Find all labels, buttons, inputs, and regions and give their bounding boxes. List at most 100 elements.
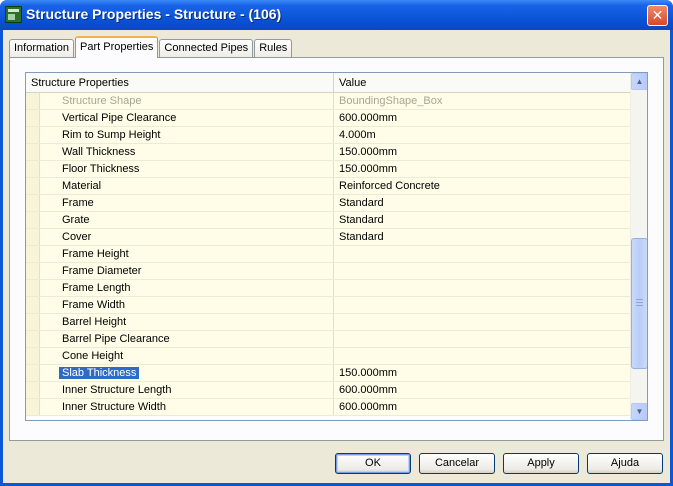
property-name: Cover bbox=[62, 231, 92, 243]
row-indent bbox=[26, 399, 40, 415]
property-name-cell[interactable]: Frame bbox=[40, 195, 334, 211]
property-value[interactable]: 150.000mm bbox=[334, 161, 630, 177]
grip-icon bbox=[636, 299, 643, 306]
property-row[interactable]: Frame Height bbox=[26, 246, 630, 263]
property-name-cell[interactable]: Material bbox=[40, 178, 334, 194]
property-value[interactable] bbox=[334, 280, 630, 296]
property-value[interactable]: 600.000mm bbox=[334, 399, 630, 415]
property-row[interactable]: Vertical Pipe Clearance 600.000mm bbox=[26, 110, 630, 127]
property-name-cell[interactable]: Inner Structure Length bbox=[40, 382, 334, 398]
property-name: Inner Structure Width bbox=[62, 401, 166, 413]
window-title: Structure Properties - Structure - (106) bbox=[26, 6, 282, 22]
property-name-cell[interactable]: Inner Structure Width bbox=[40, 399, 334, 415]
property-name-cell[interactable]: Floor Thickness bbox=[40, 161, 334, 177]
property-row[interactable]: Frame Length bbox=[26, 280, 630, 297]
property-name-cell[interactable]: Vertical Pipe Clearance bbox=[40, 110, 334, 126]
property-row[interactable]: Barrel Pipe Clearance bbox=[26, 331, 630, 348]
property-value[interactable]: Standard bbox=[334, 195, 630, 211]
column-header-name[interactable]: Structure Properties bbox=[26, 73, 334, 93]
property-row[interactable]: Grate Standard bbox=[26, 212, 630, 229]
property-name-cell[interactable]: Cone Height bbox=[40, 348, 334, 364]
property-row[interactable]: Structure Shape BoundingShape_Box bbox=[26, 93, 630, 110]
grid-header: Structure Properties Value bbox=[26, 73, 630, 93]
row-indent bbox=[26, 348, 40, 364]
property-value[interactable] bbox=[334, 314, 630, 330]
property-row[interactable]: Slab Thickness 150.000mm bbox=[26, 365, 630, 382]
property-row[interactable]: Inner Structure Length 600.000mm bbox=[26, 382, 630, 399]
property-value[interactable] bbox=[334, 246, 630, 262]
row-indent bbox=[26, 263, 40, 279]
apply-button[interactable]: Apply bbox=[503, 453, 579, 474]
vertical-scrollbar[interactable]: ▲ ▼ bbox=[630, 73, 647, 420]
property-name-cell[interactable]: Barrel Pipe Clearance bbox=[40, 331, 334, 347]
property-value[interactable]: Standard bbox=[334, 229, 630, 245]
tab-connected-pipes[interactable]: Connected Pipes bbox=[159, 39, 254, 58]
app-icon bbox=[5, 6, 22, 23]
property-name-cell[interactable]: Structure Shape bbox=[40, 93, 334, 109]
property-row[interactable]: Frame Diameter bbox=[26, 263, 630, 280]
property-row[interactable]: Frame Standard bbox=[26, 195, 630, 212]
property-name-cell[interactable]: Barrel Height bbox=[40, 314, 334, 330]
scroll-up-button[interactable]: ▲ bbox=[631, 73, 647, 90]
ok-button[interactable]: OK bbox=[335, 453, 411, 474]
row-indent bbox=[26, 178, 40, 194]
property-value[interactable]: 150.000mm bbox=[334, 144, 630, 160]
row-indent bbox=[26, 212, 40, 228]
button-bar: OK Cancelar Apply Ajuda bbox=[3, 453, 670, 477]
cancel-button[interactable]: Cancelar bbox=[419, 453, 495, 474]
property-name-cell[interactable]: Frame Height bbox=[40, 246, 334, 262]
row-indent bbox=[26, 229, 40, 245]
property-name-cell[interactable]: Slab Thickness bbox=[40, 365, 334, 381]
property-name: Grate bbox=[62, 214, 90, 226]
property-value[interactable]: 600.000mm bbox=[334, 382, 630, 398]
tab-rules[interactable]: Rules bbox=[254, 39, 293, 58]
row-indent bbox=[26, 382, 40, 398]
property-value[interactable]: 4.000m bbox=[334, 127, 630, 143]
chevron-up-icon: ▲ bbox=[635, 77, 644, 86]
property-name: Vertical Pipe Clearance bbox=[62, 112, 177, 124]
help-button[interactable]: Ajuda bbox=[587, 453, 663, 474]
tab-part-properties[interactable]: Part Properties bbox=[75, 36, 159, 58]
property-value[interactable]: Standard bbox=[334, 212, 630, 228]
close-button[interactable]: ✕ bbox=[647, 5, 668, 26]
property-name-cell[interactable]: Cover bbox=[40, 229, 334, 245]
property-name: Material bbox=[62, 180, 102, 192]
column-header-value[interactable]: Value bbox=[334, 73, 630, 93]
property-value[interactable]: 150.000mm bbox=[334, 365, 630, 381]
property-name-cell[interactable]: Wall Thickness bbox=[40, 144, 334, 160]
property-name-cell[interactable]: Grate bbox=[40, 212, 334, 228]
property-row[interactable]: Cone Height bbox=[26, 348, 630, 365]
property-row[interactable]: Rim to Sump Height 4.000m bbox=[26, 127, 630, 144]
property-name: Frame Diameter bbox=[62, 265, 142, 277]
property-name-cell[interactable]: Frame Diameter bbox=[40, 263, 334, 279]
property-row[interactable]: Wall Thickness 150.000mm bbox=[26, 144, 630, 161]
property-row[interactable]: Barrel Height bbox=[26, 314, 630, 331]
property-value[interactable] bbox=[334, 331, 630, 347]
title-bar[interactable]: Structure Properties - Structure - (106)… bbox=[0, 0, 673, 30]
scroll-thumb[interactable] bbox=[631, 238, 647, 369]
property-row[interactable]: Floor Thickness 150.000mm bbox=[26, 161, 630, 178]
property-name-cell[interactable]: Frame Length bbox=[40, 280, 334, 296]
property-name: Frame bbox=[62, 197, 94, 209]
row-indent bbox=[26, 144, 40, 160]
property-value[interactable] bbox=[334, 297, 630, 313]
property-value[interactable]: Reinforced Concrete bbox=[334, 178, 630, 194]
property-row[interactable]: Material Reinforced Concrete bbox=[26, 178, 630, 195]
property-value[interactable] bbox=[334, 263, 630, 279]
property-name: Cone Height bbox=[62, 350, 124, 362]
property-value[interactable]: 600.000mm bbox=[334, 110, 630, 126]
property-name-cell[interactable]: Frame Width bbox=[40, 297, 334, 313]
property-value[interactable] bbox=[334, 348, 630, 364]
row-indent bbox=[26, 195, 40, 211]
property-row[interactable]: Cover Standard bbox=[26, 229, 630, 246]
grid-rows: Structure Shape BoundingShape_Box Vertical… bbox=[26, 93, 630, 416]
property-value[interactable]: BoundingShape_Box bbox=[334, 93, 630, 109]
row-indent bbox=[26, 161, 40, 177]
property-row[interactable]: Frame Width bbox=[26, 297, 630, 314]
property-row[interactable]: Inner Structure Width 600.000mm bbox=[26, 399, 630, 416]
property-name-cell[interactable]: Rim to Sump Height bbox=[40, 127, 334, 143]
scroll-down-button[interactable]: ▼ bbox=[631, 403, 647, 420]
property-name: Frame Length bbox=[62, 282, 131, 294]
close-icon: ✕ bbox=[651, 7, 664, 23]
tab-information[interactable]: Information bbox=[9, 39, 75, 58]
